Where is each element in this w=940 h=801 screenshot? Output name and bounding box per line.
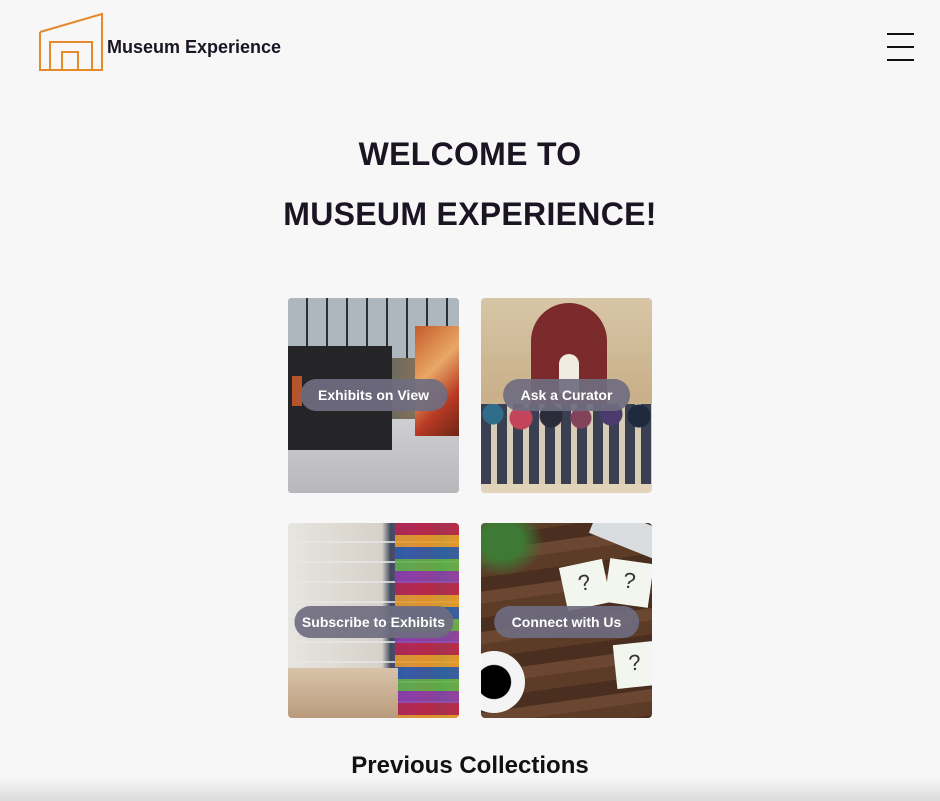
- menu-line: [887, 59, 914, 61]
- scroll-fade: [0, 777, 940, 801]
- question-note: ?: [612, 641, 652, 689]
- welcome-heading: WELCOME TO MUSEUM EXPERIENCE!: [0, 124, 940, 244]
- visitor-crowd: [481, 404, 652, 484]
- exhibits-on-view-button[interactable]: Exhibits on View: [300, 379, 447, 411]
- tile-connect-with-us[interactable]: ? ? ? Connect with Us: [481, 523, 652, 718]
- menu-line: [887, 46, 914, 48]
- welcome-line-1: WELCOME TO: [358, 136, 582, 172]
- keyboard: [588, 523, 652, 560]
- menu-line: [887, 33, 914, 35]
- welcome-line-2: MUSEUM EXPERIENCE!: [283, 196, 657, 232]
- question-note: ?: [558, 558, 612, 612]
- brand-name[interactable]: Museum Experience: [107, 37, 281, 58]
- previous-collections-heading: Previous Collections: [351, 752, 589, 779]
- connect-with-us-button[interactable]: Connect with Us: [493, 606, 640, 638]
- plant: [481, 523, 551, 583]
- tile-exhibits-on-view[interactable]: Exhibits on View: [288, 298, 459, 493]
- museum-logo-icon[interactable]: [38, 12, 106, 72]
- subscribe-to-exhibits-button[interactable]: Subscribe to Exhibits: [293, 606, 454, 638]
- site-header: Museum Experience: [0, 0, 940, 90]
- ask-a-curator-button[interactable]: Ask a Curator: [502, 379, 631, 411]
- hamburger-menu-icon[interactable]: [884, 30, 916, 64]
- coffee-cup: [481, 651, 525, 713]
- tile-ask-a-curator[interactable]: Ask a Curator: [481, 298, 652, 493]
- store-floor: [288, 668, 398, 718]
- question-note: ?: [604, 558, 652, 608]
- tile-subscribe-to-exhibits[interactable]: Subscribe to Exhibits: [288, 523, 459, 718]
